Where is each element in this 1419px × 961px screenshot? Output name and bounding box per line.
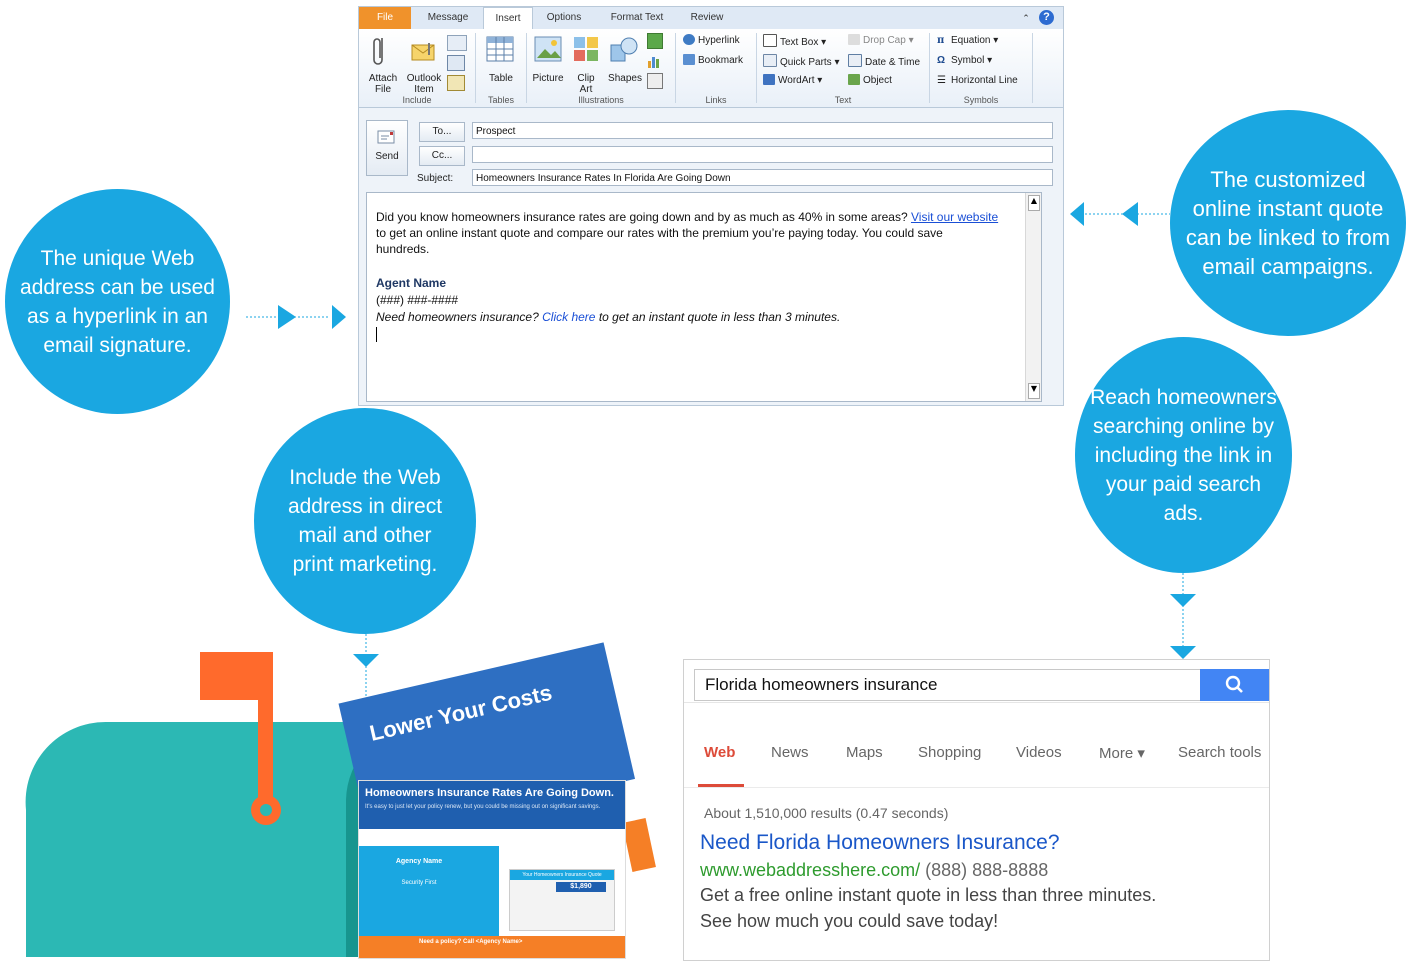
mailer-front-title: Homeowners Insurance Rates Are Going Dow… xyxy=(365,787,614,799)
mailer-cta-bar: Need a policy? Call <Agency Name> xyxy=(359,936,625,958)
ad-phone: (888) 888-8888 xyxy=(925,860,1049,880)
mailer-quote-table: Your Homeowners Insurance Quote $1,890 xyxy=(509,869,615,931)
ad-url-line: www.webaddresshere.com/ (888) 888-8888 xyxy=(700,860,1048,881)
mailer-premium: $1,890 xyxy=(556,882,606,892)
ad-description-2: See how much you could save today! xyxy=(700,911,999,931)
mailer-agency-name: Agency Name xyxy=(395,858,443,865)
result-stats: About 1,510,000 results (0.47 seconds) xyxy=(704,805,949,821)
arrow-paid-search xyxy=(1170,573,1196,659)
search-tools-button[interactable]: Search tools xyxy=(1178,744,1261,761)
arrow-custom-quote xyxy=(1070,202,1170,226)
search-tab-videos[interactable]: Videos xyxy=(1016,744,1062,761)
search-results-panel: Florida homeowners insurance Web News Ma… xyxy=(683,659,1270,961)
ad-title-link[interactable]: Need Florida Homeowners Insurance? xyxy=(700,831,1060,855)
search-tab-shopping[interactable]: Shopping xyxy=(918,744,981,761)
mailer-front-header: Homeowners Insurance Rates Are Going Dow… xyxy=(359,781,625,829)
search-tab-news[interactable]: News xyxy=(771,744,809,761)
mailer-agency-panel: Agency Name Security First xyxy=(359,846,499,936)
mailer-front-card: Homeowners Insurance Rates Are Going Dow… xyxy=(358,780,626,959)
search-tab-web[interactable]: Web xyxy=(704,744,735,761)
ad-description-1: Get a free online instant quote in less … xyxy=(700,885,1157,905)
search-tab-maps[interactable]: Maps xyxy=(846,744,883,761)
magnifier-icon xyxy=(1225,675,1243,693)
divider xyxy=(684,787,1269,788)
divider xyxy=(684,702,1269,703)
search-input[interactable]: Florida homeowners insurance xyxy=(694,669,1201,701)
search-button[interactable] xyxy=(1200,669,1269,701)
mailer-quote-title: Your Homeowners Insurance Quote xyxy=(510,870,614,880)
arrow-signature xyxy=(246,305,346,329)
mailer-cta: Need a policy? Call <Agency Name> xyxy=(419,939,523,945)
mailer-partner: Security First xyxy=(401,880,437,886)
search-tab-more[interactable]: More ▾ xyxy=(1099,744,1145,762)
ad-url[interactable]: www.webaddresshere.com/ xyxy=(700,860,920,880)
mailer-front-subtitle: It's easy to just let your policy renew,… xyxy=(365,804,601,810)
